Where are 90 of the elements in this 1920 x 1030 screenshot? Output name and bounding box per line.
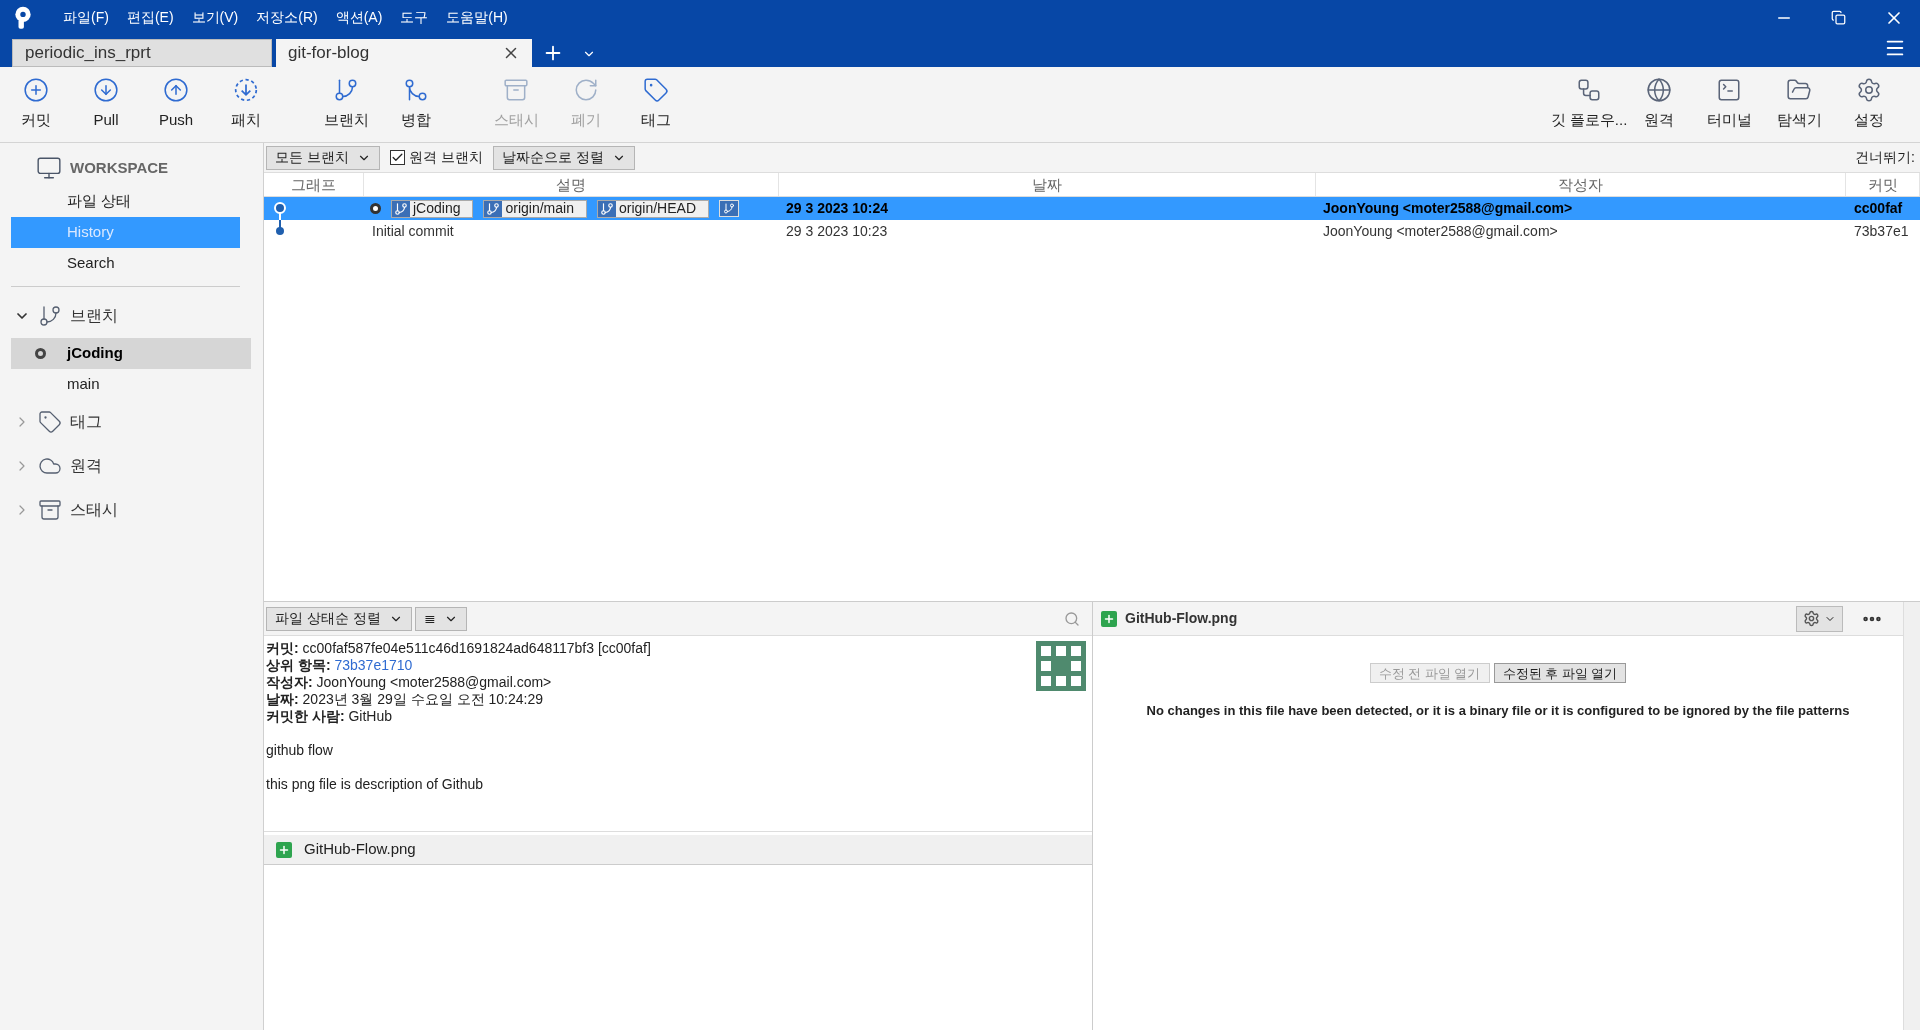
commit-message: Initial commit <box>371 222 454 241</box>
file-row[interactable]: GitHub-Flow.png <box>264 835 1092 865</box>
commit-detail: 상위 항목: 73b37e1710 <box>266 657 414 674</box>
toolbar-button[interactable]: 탐색기 <box>1764 69 1834 140</box>
commit-row[interactable]: Initial commit 29 3 2023 10:23 JoonYoung <moter2588@gmail.com> 73b37e1 <box>264 220 1920 243</box>
repository-tab[interactable]: git-for-blog <box>276 39 532 67</box>
search-icon[interactable] <box>1064 610 1080 627</box>
toolbar-button[interactable]: 터미널 <box>1694 69 1764 140</box>
sidebar-item[interactable]: Search <box>11 248 240 279</box>
terminal-icon <box>1716 77 1742 104</box>
menu-item[interactable]: 도구 <box>391 7 438 28</box>
sidebar-section[interactable]: 브랜치 <box>0 294 263 338</box>
branch-icon <box>392 200 410 217</box>
branches-dropdown[interactable]: 모든 브랜치 <box>266 145 380 170</box>
toolbar-button[interactable]: 병합 <box>381 69 451 140</box>
settings-icon <box>1856 77 1882 104</box>
commit-detail: 작성자: JoonYoung <moter2588@gmail.com> <box>266 674 553 691</box>
date-cell-text: 29 3 2023 10:24 <box>785 199 889 218</box>
sort-dropdown[interactable]: 파일 상태순 정렬 <box>266 606 412 631</box>
sidebar-section[interactable]: 스태시 <box>0 488 263 532</box>
restore-icon[interactable] <box>1831 10 1846 25</box>
view-dropdown[interactable]: ≣ <box>414 606 467 631</box>
commit-detail: 커밋한 사람: GitHub <box>266 708 394 725</box>
monitor-icon <box>36 155 62 181</box>
branch-icon <box>484 200 503 217</box>
skip-label: 건너뛰기: <box>1855 148 1916 167</box>
author-cell-text: JoonYoung <moter2588@gmail.com> <box>1322 199 1574 218</box>
commit-message: github flow <box>266 742 334 759</box>
up-arrow-circle-icon <box>163 77 189 104</box>
box-icon <box>503 77 529 104</box>
box-icon <box>38 498 62 522</box>
menu-item[interactable]: 보기(V) <box>182 7 248 28</box>
flow-icon <box>1576 77 1602 104</box>
checkbox[interactable] <box>389 150 405 165</box>
branch-icon <box>38 304 62 328</box>
tag-icon <box>643 77 669 104</box>
app-logo-icon <box>14 5 32 30</box>
repository-tab[interactable]: periodic_ins_rprt <box>12 39 272 67</box>
menu-item[interactable]: 액션(A) <box>326 7 392 28</box>
toolbar-button[interactable]: 브랜치 <box>311 69 381 140</box>
toolbar-button[interactable]: 패치 <box>211 69 281 140</box>
section-title: WORKSPACE <box>70 157 169 178</box>
down-arrow-circle-icon <box>93 77 119 104</box>
tag-icon <box>38 410 62 434</box>
sidebar-section[interactable]: 원격 <box>0 444 263 488</box>
column-header[interactable]: 설명 <box>364 173 779 196</box>
branch-label: jCoding <box>391 199 474 218</box>
toolbar-button[interactable]: 깃 플로우... <box>1554 69 1624 140</box>
branch-icon <box>597 200 616 217</box>
toolbar-button[interactable]: Pull <box>71 69 141 140</box>
author-cell-text: JoonYoung <moter2588@gmail.com> <box>1322 222 1559 241</box>
toolbar-button[interactable]: 태그 <box>621 69 691 140</box>
branch-item[interactable]: main <box>11 369 251 400</box>
date-cell-text: 29 3 2023 10:23 <box>785 222 889 241</box>
file-name: GitHub-Flow.png <box>1125 609 1238 628</box>
settings-icon <box>1803 610 1820 627</box>
menu-item[interactable]: 파일(F) <box>54 7 118 28</box>
check-icon <box>390 151 404 164</box>
settings-dropdown[interactable] <box>1796 605 1843 632</box>
open-file-button[interactable]: 수정된 후 파일 열기 <box>1493 663 1627 683</box>
column-header[interactable]: 날짜 <box>779 173 1316 196</box>
menu-item[interactable]: 저장소(R) <box>247 7 327 28</box>
avatar-icon <box>1036 641 1086 691</box>
toolbar-button[interactable]: Push <box>141 69 211 140</box>
branch-item[interactable]: jCoding <box>11 338 251 369</box>
sidebar-item[interactable]: 파일 상태 <box>11 186 240 217</box>
toolbar-button[interactable]: 커밋 <box>1 69 71 140</box>
remote-branches-checkbox[interactable]: 원격 브랜치 <box>385 147 487 168</box>
commit-detail: 커밋: cc00faf587fe04e511c46d1691824ad648117bf3 [cc00faf] <box>266 640 652 657</box>
sidebar-section[interactable]: 태그 <box>0 400 263 444</box>
toolbar-button[interactable]: 설정 <box>1834 69 1904 140</box>
sort-dropdown[interactable]: 날짜순으로 정렬 <box>492 145 635 170</box>
menu-item[interactable]: 도움말(H) <box>437 7 517 28</box>
globe-icon <box>1646 77 1672 104</box>
current-branch-icon <box>34 348 46 359</box>
merge-icon <box>403 77 429 104</box>
column-header[interactable]: 그래프 <box>264 173 364 196</box>
dashed-circle-icon <box>233 77 259 104</box>
menu-item[interactable]: 편집(E) <box>117 7 183 28</box>
column-header[interactable]: 작성자 <box>1316 173 1846 196</box>
diff-message: No changes in this file have been detected, or it is a binary file or it is configured to be ignored by the file patterns <box>1146 702 1850 720</box>
commit-hash-cell-text: 73b37e1 <box>1853 222 1910 241</box>
plus-circle-icon <box>23 77 49 104</box>
commit-message: this png file is description of Github <box>266 776 485 793</box>
branch-label: origin/HEAD <box>596 199 709 218</box>
commit-row[interactable]: jCoding origin/main origin/HEAD 29 3 2023 10:24 JoonYoung <moter2588@gmail.com> cc00faf <box>264 197 1920 220</box>
column-header[interactable]: 커밋 <box>1846 173 1920 196</box>
branch-label: origin/main <box>483 199 587 218</box>
commit-detail: 날짜: 2023년 3월 29일 수요일 오전 10:24:29 <box>266 691 544 708</box>
commit-hash-cell-text: cc00faf <box>1853 199 1904 218</box>
